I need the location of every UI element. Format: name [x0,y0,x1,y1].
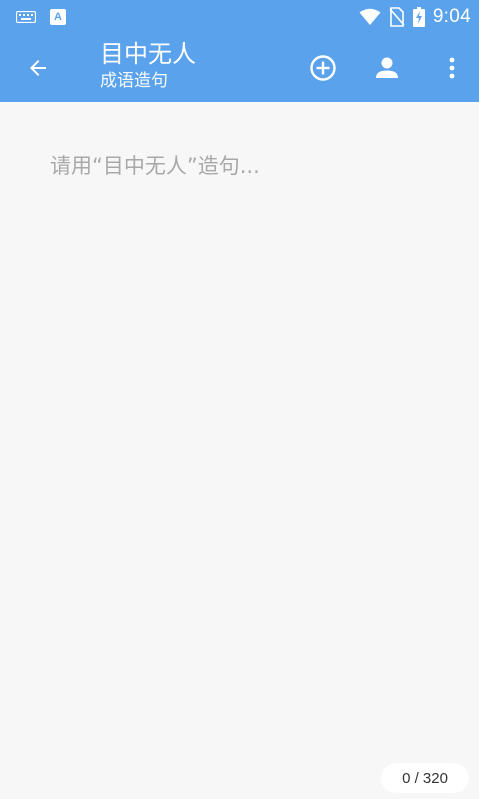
keyboard-icon [16,10,36,23]
sentence-input[interactable] [50,146,450,186]
user-button[interactable] [369,50,405,86]
title-block: 目中无人 成语造句 [100,39,196,93]
app-bar: 目中无人 成语造句 [0,33,479,102]
person-icon [374,55,400,81]
battery-charging-icon [412,6,425,27]
a-letter-icon: A [50,8,66,25]
add-circle-icon [309,54,337,82]
char-counter: 0 / 320 [381,763,469,793]
status-time: 9:04 [432,5,471,27]
add-button[interactable] [305,50,341,86]
more-vert-icon [448,56,456,80]
more-options-button[interactable] [434,50,470,86]
status-right: 9:04 [359,6,471,28]
no-sim-icon [389,6,405,27]
back-button[interactable] [18,51,58,85]
status-bar: A 9:04 [0,0,479,33]
editor-area: 0 / 320 [0,102,479,799]
page-title: 目中无人 [100,40,196,68]
a-letter-text: A [54,10,62,23]
page-subtitle: 成语造句 [100,71,168,91]
back-arrow-icon [26,56,50,80]
char-counter-text: 0 / 320 [402,769,448,787]
status-left: A [16,8,66,25]
wifi-icon [359,8,381,26]
